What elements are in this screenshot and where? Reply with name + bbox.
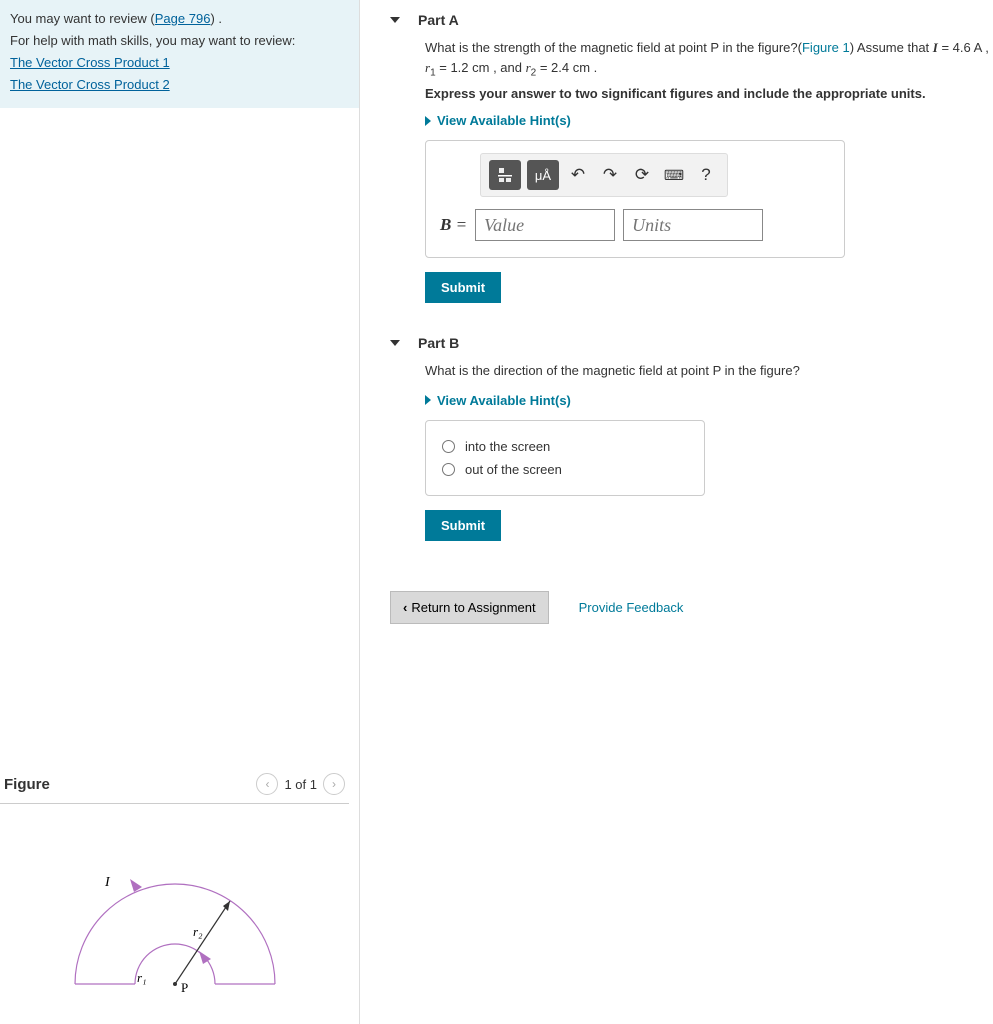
review-intro-suffix: ) . — [210, 11, 222, 26]
figure-title: Figure — [4, 776, 50, 793]
figure-label-r2: r₂ — [193, 924, 203, 939]
figure-diagram: I r₂ r₁ P — [35, 844, 315, 1004]
reset-icon[interactable]: ⟳ — [629, 162, 655, 188]
part-b-question: What is the direction of the magnetic fi… — [425, 361, 993, 381]
radio-input[interactable] — [442, 440, 455, 453]
eq-toolbar: μÅ ↶ ↷ ⟳ ⌨ ? — [480, 153, 728, 197]
answer-box-b: into the screen out of the screen — [425, 420, 705, 496]
keyboard-icon[interactable]: ⌨ — [661, 162, 687, 188]
radio-option-1[interactable]: into the screen — [442, 435, 688, 458]
review-link-1[interactable]: The Vector Cross Product 1 — [10, 55, 170, 70]
submit-button-a[interactable]: Submit — [425, 272, 501, 303]
part-b-hints-toggle[interactable]: View Available Hint(s) — [425, 393, 993, 408]
review-panel: You may want to review (Page 796) . For … — [0, 0, 359, 108]
review-link-2[interactable]: The Vector Cross Product 2 — [10, 77, 170, 92]
pager-text: 1 of 1 — [284, 777, 317, 792]
part-a-hints-toggle[interactable]: View Available Hint(s) — [425, 113, 993, 128]
figure-1-link[interactable]: Figure 1 — [802, 40, 850, 55]
chevron-down-icon — [390, 340, 400, 346]
provide-feedback-link[interactable]: Provide Feedback — [579, 600, 684, 615]
radio-label: into the screen — [465, 439, 550, 454]
radio-input[interactable] — [442, 463, 455, 476]
page-link[interactable]: Page 796 — [155, 11, 211, 26]
chevron-right-icon — [425, 395, 431, 405]
redo-icon[interactable]: ↷ — [597, 162, 623, 188]
part-a-question: What is the strength of the magnetic fie… — [425, 38, 993, 80]
pager-prev-icon[interactable]: ‹ — [256, 773, 278, 795]
units-input[interactable] — [623, 209, 763, 241]
part-b-header[interactable]: Part B — [390, 323, 993, 361]
pager-next-icon[interactable]: › — [323, 773, 345, 795]
figure-label-P: P — [181, 980, 188, 995]
figure-label-r1: r₁ — [137, 970, 147, 985]
return-button[interactable]: ‹ Return to Assignment — [390, 591, 549, 624]
help-text: For help with math skills, you may want … — [10, 30, 349, 52]
chevron-left-icon: ‹ — [403, 600, 407, 615]
fraction-tool-icon[interactable] — [489, 160, 521, 190]
part-b-label: Part B — [418, 335, 459, 351]
radio-option-2[interactable]: out of the screen — [442, 458, 688, 481]
submit-button-b[interactable]: Submit — [425, 510, 501, 541]
chevron-down-icon — [390, 17, 400, 23]
review-intro-prefix: You may want to review ( — [10, 11, 155, 26]
units-tool-button[interactable]: μÅ — [527, 160, 559, 190]
part-a-header[interactable]: Part A — [390, 0, 993, 38]
chevron-right-icon — [425, 116, 431, 126]
value-input[interactable] — [475, 209, 615, 241]
part-a-label: Part A — [418, 12, 459, 28]
figure-pager: ‹ 1 of 1 › — [256, 773, 345, 795]
eq-variable-label: B = — [440, 215, 467, 235]
undo-icon[interactable]: ↶ — [565, 162, 591, 188]
help-icon[interactable]: ? — [693, 162, 719, 188]
figure-label-I: I — [104, 875, 111, 890]
part-a-instruction: Express your answer to two significant f… — [425, 86, 993, 101]
answer-box-a: μÅ ↶ ↷ ⟳ ⌨ ? B = — [425, 140, 845, 258]
radio-label: out of the screen — [465, 462, 562, 477]
